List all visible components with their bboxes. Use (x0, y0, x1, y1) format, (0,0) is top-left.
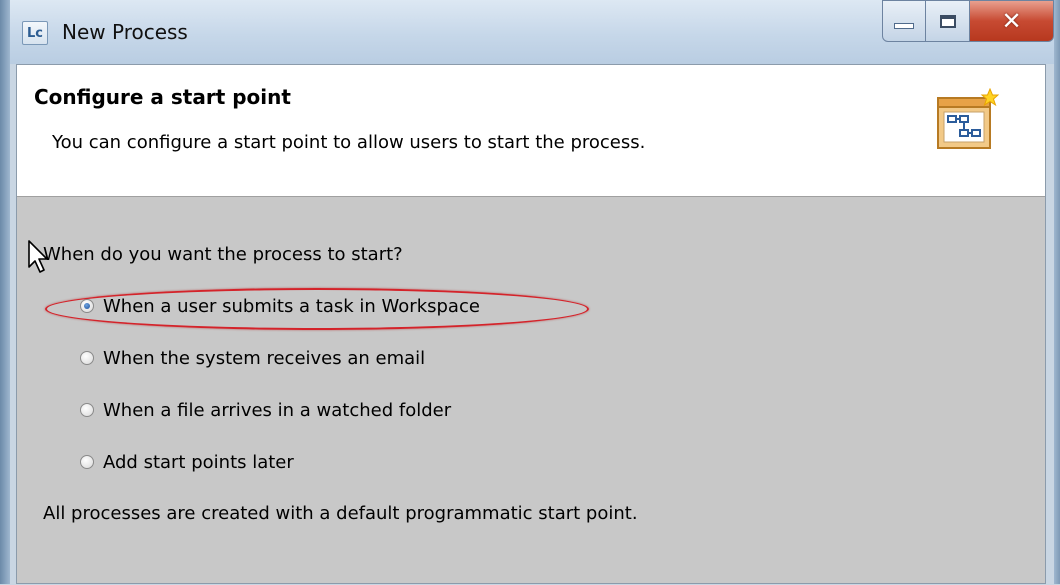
option-label[interactable]: When a file arrives in a watched folder (103, 400, 451, 421)
page-description: You can configure a start point to allow… (52, 132, 646, 153)
default-start-point-note: All processes are created with a default… (43, 503, 638, 524)
option-email[interactable]: When the system receives an email (80, 345, 425, 371)
radio-button[interactable] (80, 455, 94, 469)
option-watched-folder[interactable]: When a file arrives in a watched folder (80, 397, 451, 423)
maximize-icon (939, 14, 956, 28)
page-title: Configure a start point (34, 85, 291, 109)
radio-button[interactable] (80, 403, 94, 417)
minimize-button[interactable] (882, 0, 926, 42)
start-question-label: When do you want the process to start? (43, 244, 403, 265)
close-button[interactable]: ✕ (970, 0, 1054, 42)
option-label[interactable]: When a user submits a task in Workspace (103, 296, 480, 317)
wizard-header: Configure a start point You can configur… (17, 65, 1045, 197)
new-process-dialog: Configure a start point You can configur… (16, 64, 1046, 584)
radio-button[interactable] (80, 351, 94, 365)
window-title: New Process (62, 20, 188, 44)
close-icon: ✕ (1001, 7, 1022, 35)
option-add-later[interactable]: Add start points later (80, 449, 294, 475)
option-label[interactable]: Add start points later (103, 452, 294, 473)
maximize-button[interactable] (926, 0, 970, 42)
background-edge-left (0, 0, 10, 584)
window-controls: ✕ (882, 0, 1054, 42)
wizard-content: When do you want the process to start? W… (17, 197, 1045, 585)
process-wizard-icon (937, 88, 999, 149)
lc-app-icon[interactable]: Lc (22, 21, 48, 45)
radio-button-checked[interactable] (80, 299, 94, 313)
minimize-icon (894, 23, 914, 29)
background-edge-right (1054, 0, 1060, 584)
title-bar[interactable]: Lc New Process ✕ (10, 0, 1054, 64)
option-label[interactable]: When the system receives an email (103, 348, 425, 369)
option-workspace-task[interactable]: When a user submits a task in Workspace (80, 293, 480, 319)
app-icon-text: Lc (27, 25, 43, 41)
